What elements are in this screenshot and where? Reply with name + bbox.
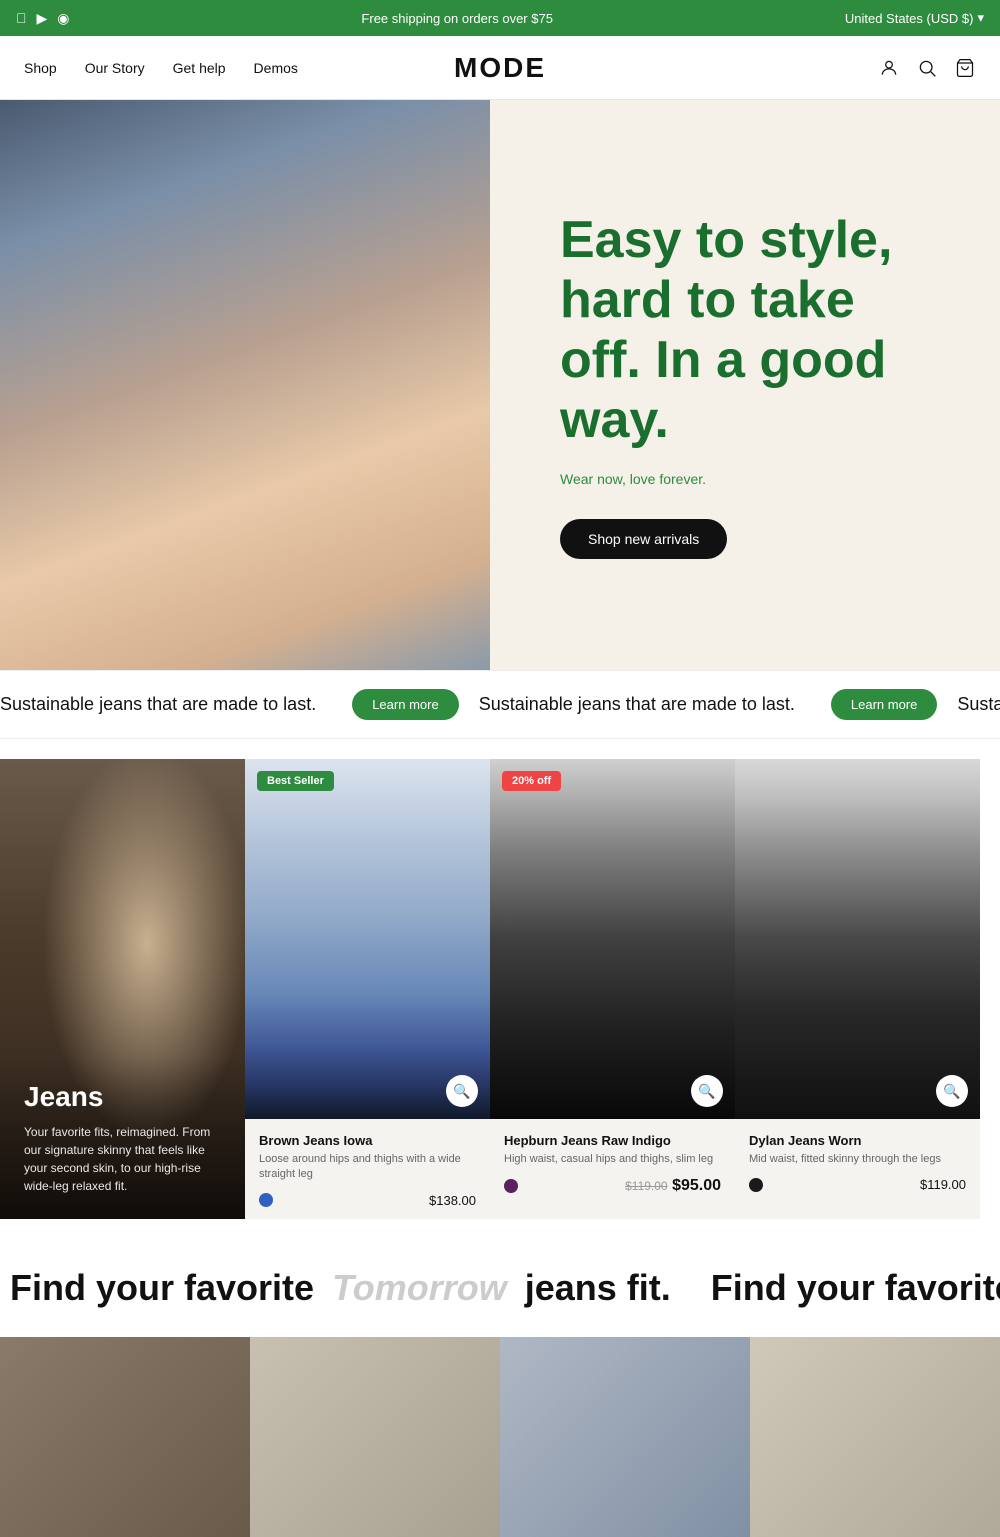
product-card-hepburn: 20% off 🔍 Hepburn Jeans Raw Indigo High … [490, 759, 735, 1219]
marquee-text-3: Sustainable jeans that are made to last. [957, 694, 1000, 715]
products-section: ‹ › Jeans Your favorite fits, reimagined… [0, 739, 1000, 1239]
marquee-text-1: Sustainable jeans that are made to last. [0, 694, 332, 715]
product-footer-3: $119.00 [749, 1177, 966, 1192]
hero-section: Easy to style, hard to take off. In a go… [0, 100, 1000, 670]
zoom-button-2[interactable]: 🔍 [691, 1075, 723, 1107]
chevron-down-icon: ▾ [977, 10, 984, 26]
hero-title: Easy to style, hard to take off. In a go… [560, 211, 940, 450]
marquee-text-2: Sustainable jeans that are made to last. [479, 694, 811, 715]
product-footer-2: $119.00 $95.00 [504, 1177, 721, 1195]
product-info-2: Hepburn Jeans Raw Indigo High waist, cas… [490, 1119, 735, 1205]
product-desc-2: High waist, casual hips and thighs, slim… [504, 1152, 721, 1167]
fit-marquee: Find your favorite Tomorrow jeans fit. F… [0, 1239, 1000, 1337]
product-name-1: Brown Jeans Iowa [259, 1133, 476, 1148]
product-info-1: Brown Jeans Iowa Loose around hips and t… [245, 1119, 490, 1218]
cart-icon[interactable] [954, 57, 976, 79]
strip-item-2 [250, 1337, 500, 1537]
youtube-icon[interactable]: ▶ [37, 10, 48, 27]
nav-actions [878, 57, 976, 79]
product-price-2: $119.00 $95.00 [625, 1177, 721, 1195]
region-selector[interactable]: United States (USD $) ▾ [845, 10, 984, 26]
strip-item-1 [0, 1337, 250, 1537]
category-card-jeans: Jeans Your favorite fits, reimagined. Fr… [0, 759, 245, 1219]
strip-item-4 [750, 1337, 1000, 1537]
product-image-brown-jeans: Best Seller 🔍 [245, 759, 490, 1119]
product-image-hepburn: 20% off 🔍 [490, 759, 735, 1119]
category-title: Jeans [24, 1081, 221, 1113]
search-icon[interactable] [916, 57, 938, 79]
main-nav: Shop Our Story Get help Demos MODE [0, 36, 1000, 100]
shipping-text: Free shipping on orders over $75 [361, 11, 553, 26]
original-price-2: $119.00 [625, 1179, 668, 1193]
top-bar:  ▶ ◉ Free shipping on orders over $75 U… [0, 0, 1000, 36]
sale-badge: 20% off [502, 771, 561, 791]
marquee-inner: Sustainable jeans that are made to last.… [0, 689, 1000, 720]
instagram-icon[interactable]: ◉ [57, 10, 69, 27]
marquee-bar: Sustainable jeans that are made to last.… [0, 670, 1000, 739]
account-icon[interactable] [878, 57, 900, 79]
color-swatch-1[interactable] [259, 1193, 273, 1207]
facebook-icon[interactable]:  [16, 10, 27, 26]
product-desc-1: Loose around hips and thighs with a wide… [259, 1152, 476, 1183]
fit-text-2: jeans fit. [515, 1267, 701, 1309]
nav-shop[interactable]: Shop [24, 60, 57, 76]
fit-text-1: Find your favorite [0, 1267, 324, 1309]
product-price-1: $138.00 [429, 1193, 476, 1208]
fit-marquee-inner: Find your favorite Tomorrow jeans fit. F… [0, 1267, 1000, 1309]
product-desc-3: Mid waist, fitted skinny through the leg… [749, 1152, 966, 1167]
nav-get-help[interactable]: Get help [173, 60, 226, 76]
category-bg: Jeans Your favorite fits, reimagined. Fr… [0, 759, 245, 1219]
fit-brand-1: Tomorrow [332, 1267, 507, 1309]
bottom-image-strip [0, 1337, 1000, 1537]
shipping-banner: Free shipping on orders over $75 [70, 11, 845, 26]
zoom-button-1[interactable]: 🔍 [446, 1075, 478, 1107]
nav-links: Shop Our Story Get help Demos [24, 60, 298, 76]
bestseller-badge: Best Seller [257, 771, 334, 791]
product-footer-1: $138.00 [259, 1193, 476, 1208]
region-text: United States (USD $) [845, 11, 974, 26]
zoom-button-3[interactable]: 🔍 [936, 1075, 968, 1107]
hero-model-photo [0, 100, 490, 670]
sale-price-2: $95.00 [672, 1177, 721, 1194]
category-description: Your favorite fits, reimagined. From our… [24, 1123, 221, 1195]
product-name-3: Dylan Jeans Worn [749, 1133, 966, 1148]
product-image-dylan: 🔍 [735, 759, 980, 1119]
learn-more-button[interactable]: Learn more [352, 689, 458, 720]
hero-subtitle: Wear now, love forever. [560, 471, 940, 487]
hero-image [0, 100, 490, 670]
nav-demos[interactable]: Demos [254, 60, 298, 76]
product-card-dylan: 🔍 Dylan Jeans Worn Mid waist, fitted ski… [735, 759, 980, 1219]
hero-content: Easy to style, hard to take off. In a go… [490, 100, 1000, 670]
product-photo-1 [245, 759, 490, 1119]
category-overlay: Jeans Your favorite fits, reimagined. Fr… [0, 1057, 245, 1219]
product-card-brown-jeans: Best Seller 🔍 Brown Jeans Iowa Loose aro… [245, 759, 490, 1219]
shop-new-arrivals-button[interactable]: Shop new arrivals [560, 519, 727, 559]
learn-more-button-2[interactable]: Learn more [831, 689, 937, 720]
fit-text-3: Find your favorite [701, 1267, 1000, 1309]
color-swatch-2[interactable] [504, 1179, 518, 1193]
color-swatch-3[interactable] [749, 1178, 763, 1192]
nav-our-story[interactable]: Our Story [85, 60, 145, 76]
product-name-2: Hepburn Jeans Raw Indigo [504, 1133, 721, 1148]
product-info-3: Dylan Jeans Worn Mid waist, fitted skinn… [735, 1119, 980, 1202]
product-price-3: $119.00 [920, 1177, 966, 1192]
social-icons:  ▶ ◉ [16, 10, 70, 27]
site-logo[interactable]: MODE [454, 52, 546, 84]
products-grid: Jeans Your favorite fits, reimagined. Fr… [0, 759, 1000, 1219]
strip-item-3 [500, 1337, 750, 1537]
